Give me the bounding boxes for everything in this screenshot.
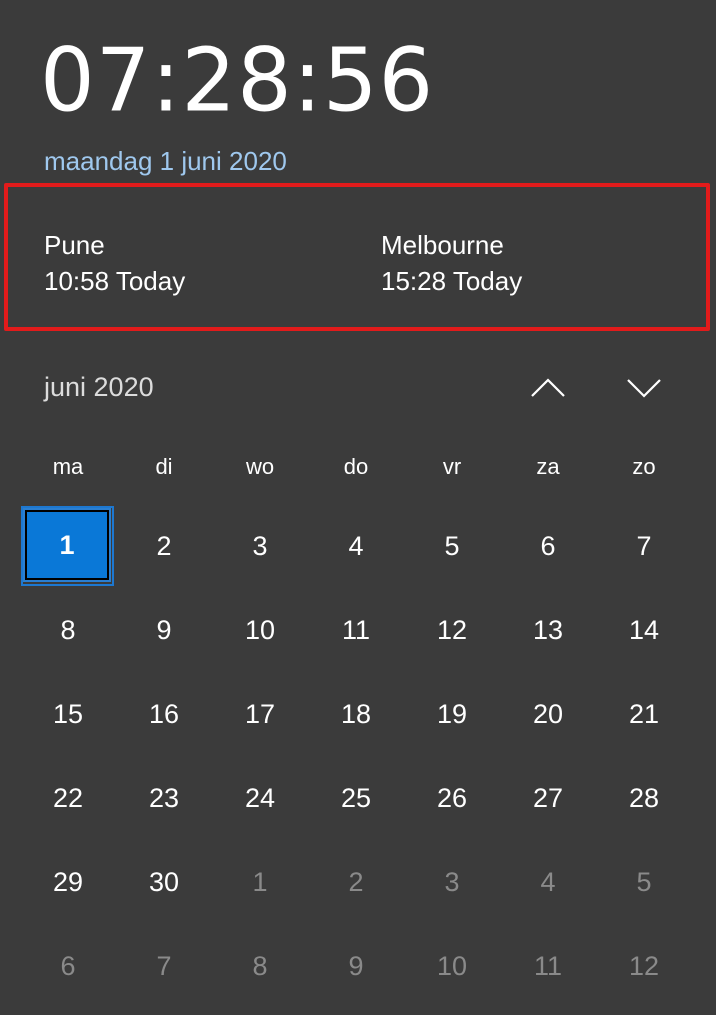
calendar-day-other-month[interactable]: 2 xyxy=(311,844,401,920)
calendar-day[interactable]: 12 xyxy=(407,592,497,668)
calendar-day[interactable]: 2 xyxy=(119,508,209,584)
next-month-button[interactable] xyxy=(624,368,664,408)
weekday-label: do xyxy=(343,454,369,479)
calendar-day[interactable]: 25 xyxy=(311,760,401,836)
weekday-label: vr xyxy=(442,454,462,479)
previous-month-button[interactable] xyxy=(528,368,568,408)
calendar-day[interactable]: 3 xyxy=(215,508,305,584)
calendar-day[interactable]: 7 xyxy=(599,508,689,584)
calendar-day-other-month[interactable]: 10 xyxy=(407,928,497,1004)
calendar-day[interactable]: 19 xyxy=(407,676,497,752)
calendar-day[interactable]: 4 xyxy=(311,508,401,584)
calendar-day-other-month[interactable]: 7 xyxy=(119,928,209,1004)
calendar-day[interactable]: 10 xyxy=(215,592,305,668)
current-time: 07:28:56 xyxy=(40,30,435,132)
calendar-day-other-month[interactable]: 9 xyxy=(311,928,401,1004)
calendar-day[interactable]: 13 xyxy=(503,592,593,668)
calendar-day[interactable]: 6 xyxy=(503,508,593,584)
world-clock-time: 10:58 Today xyxy=(44,266,186,296)
calendar-day[interactable]: 20 xyxy=(503,676,593,752)
calendar-day[interactable]: 22 xyxy=(23,760,113,836)
weekday-label: ma xyxy=(52,454,84,479)
calendar-day[interactable]: 29 xyxy=(23,844,113,920)
world-clock-city: Melbourne xyxy=(381,230,504,260)
calendar-day-other-month[interactable]: 1 xyxy=(215,844,305,920)
calendar-day-other-month[interactable]: 3 xyxy=(407,844,497,920)
weekday-label: zo xyxy=(632,454,656,479)
calendar-day[interactable]: 5 xyxy=(407,508,497,584)
calendar-day[interactable]: 30 xyxy=(119,844,209,920)
chevron-down-icon xyxy=(627,379,661,398)
chevron-up-icon xyxy=(531,378,565,397)
calendar-day[interactable]: 8 xyxy=(23,592,113,668)
calendar-day[interactable]: 18 xyxy=(311,676,401,752)
world-clock-time: 15:28 Today xyxy=(381,266,523,296)
calendar-day-other-month[interactable]: 6 xyxy=(23,928,113,1004)
calendar-day[interactable]: 24 xyxy=(215,760,305,836)
calendar-day[interactable]: 17 xyxy=(215,676,305,752)
calendar-day[interactable]: 23 xyxy=(119,760,209,836)
clock-calendar-flyout: 07:28:56 maandag 1 juni 2020 Pune 10:58 … xyxy=(0,0,716,1015)
month-year-header[interactable]: juni 2020 xyxy=(44,372,154,403)
calendar-day-other-month[interactable]: 5 xyxy=(599,844,689,920)
world-clock-city: Pune xyxy=(44,230,105,260)
calendar-day-other-month[interactable]: 12 xyxy=(599,928,689,1004)
calendar-day[interactable]: 9 xyxy=(119,592,209,668)
calendar-day[interactable]: 28 xyxy=(599,760,689,836)
calendar-day[interactable]: 26 xyxy=(407,760,497,836)
calendar-day-other-month[interactable]: 8 xyxy=(215,928,305,1004)
weekday-label: wo xyxy=(245,454,275,479)
calendar-day-other-month[interactable]: 4 xyxy=(503,844,593,920)
calendar-day-today[interactable]: 1 xyxy=(23,508,111,582)
current-date-link[interactable]: maandag 1 juni 2020 xyxy=(44,146,287,177)
additional-clocks-section: Pune 10:58 Today Melbourne 15:28 Today xyxy=(4,183,710,331)
calendar-day[interactable]: 15 xyxy=(23,676,113,752)
calendar-day-other-month[interactable]: 11 xyxy=(503,928,593,1004)
world-clock-pune: Pune 10:58 Today xyxy=(44,227,185,299)
world-clock-melbourne: Melbourne 15:28 Today xyxy=(381,227,522,299)
calendar-day[interactable]: 27 xyxy=(503,760,593,836)
calendar-day[interactable]: 21 xyxy=(599,676,689,752)
calendar-day[interactable]: 11 xyxy=(311,592,401,668)
calendar-day[interactable]: 16 xyxy=(119,676,209,752)
weekday-label: za xyxy=(536,454,560,479)
calendar-day[interactable]: 14 xyxy=(599,592,689,668)
weekday-label: di xyxy=(155,454,173,479)
